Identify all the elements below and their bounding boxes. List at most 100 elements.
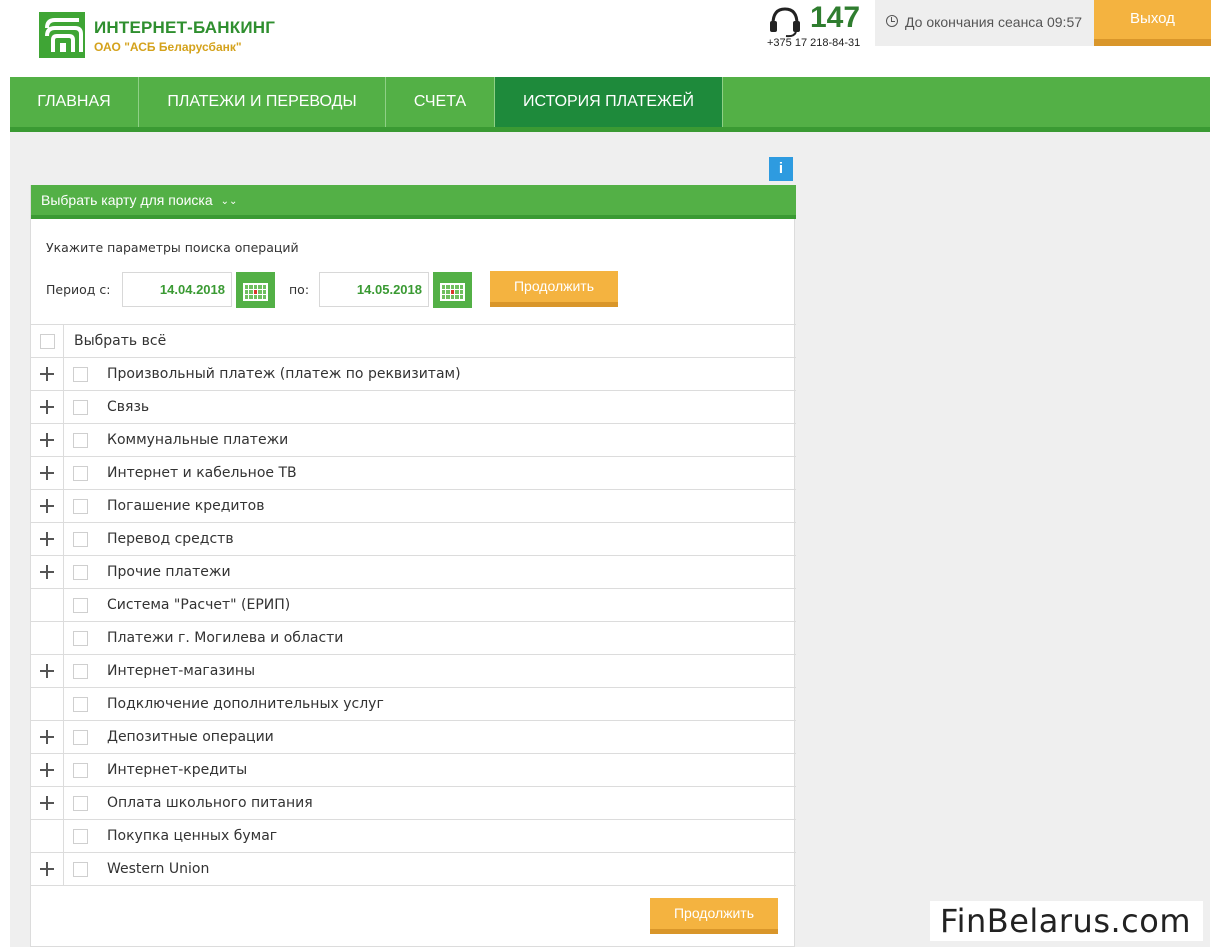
category-checkbox[interactable] xyxy=(73,796,88,811)
expand-cell xyxy=(31,655,64,687)
plus-icon[interactable] xyxy=(40,565,54,579)
support-phone-full: +375 17 218-84-31 xyxy=(767,37,861,49)
expand-cell xyxy=(31,556,64,588)
date-to-input[interactable]: 14.05.2018 xyxy=(319,272,429,307)
continue-button-top[interactable]: Продолжить xyxy=(490,271,618,307)
table-row: Интернет и кабельное ТВ xyxy=(31,457,796,490)
nav-item-main[interactable]: ГЛАВНАЯ xyxy=(10,77,139,127)
category-checkbox[interactable] xyxy=(73,598,88,613)
plus-icon[interactable] xyxy=(40,796,54,810)
logout-button[interactable]: Выход xyxy=(1094,0,1211,46)
category-checkbox[interactable] xyxy=(73,763,88,778)
expand-cell xyxy=(31,457,64,489)
table-row: Оплата школьного питания xyxy=(31,787,796,820)
calendar-to-icon[interactable] xyxy=(433,272,472,308)
expand-cell xyxy=(31,688,64,720)
search-hint: Укажите параметры поиска операций xyxy=(46,240,299,255)
table-row: Подключение дополнительных услуг xyxy=(31,688,796,721)
session-timer-text: До окончания сеанса 09:57 xyxy=(905,14,1083,30)
main-nav: ГЛАВНАЯ ПЛАТЕЖИ И ПЕРЕВОДЫ СЧЕТА ИСТОРИЯ… xyxy=(10,77,1210,139)
table-row: Система "Расчет" (ЕРИП) xyxy=(31,589,796,622)
plus-icon[interactable] xyxy=(40,730,54,744)
support-phone-short: 147 xyxy=(810,1,861,34)
nav-item-accounts[interactable]: СЧЕТА xyxy=(386,77,495,127)
category-checkbox[interactable] xyxy=(73,433,88,448)
plus-icon[interactable] xyxy=(40,532,54,546)
plus-icon[interactable] xyxy=(40,433,54,447)
category-checkbox[interactable] xyxy=(73,532,88,547)
table-row: Перевод средств xyxy=(31,523,796,556)
expand-cell xyxy=(31,490,64,522)
top-header: ИНТЕРНЕТ-БАНКИНГ ОАО "АСБ Беларусбанк" 1… xyxy=(0,0,1211,76)
table-row: Интернет-магазины xyxy=(31,655,796,688)
clock-icon xyxy=(886,15,898,27)
expand-cell xyxy=(31,622,64,654)
continue-button-bottom[interactable]: Продолжить xyxy=(650,898,778,934)
period-from-label: Период с: xyxy=(46,282,111,297)
category-label: Подключение дополнительных услуг xyxy=(107,696,384,712)
category-label: Депозитные операции xyxy=(107,729,274,745)
category-label: Связь xyxy=(107,399,150,415)
brand-subtitle: ОАО "АСБ Беларусбанк" xyxy=(94,40,242,54)
category-label: Western Union xyxy=(107,861,210,877)
category-checkbox[interactable] xyxy=(73,862,88,877)
plus-icon[interactable] xyxy=(40,400,54,414)
expand-cell xyxy=(31,424,64,456)
expand-cell xyxy=(31,820,64,852)
period-to-label: по: xyxy=(289,282,310,297)
category-label: Коммунальные платежи xyxy=(107,432,289,448)
table-row: Платежи г. Могилева и области xyxy=(31,622,796,655)
select-all-label: Выбрать всё xyxy=(74,333,167,349)
expand-cell xyxy=(31,358,64,390)
category-checkbox[interactable] xyxy=(73,367,88,382)
plus-icon[interactable] xyxy=(40,466,54,480)
category-label: Покупка ценных бумаг xyxy=(107,828,278,844)
table-row: Произвольный платеж (платеж по реквизита… xyxy=(31,358,796,391)
select-card-toggle[interactable]: Выбрать карту для поиска ⌄⌄ xyxy=(31,185,796,219)
category-label: Прочие платежи xyxy=(107,564,231,580)
expand-cell xyxy=(31,523,64,555)
expand-cell xyxy=(31,754,64,786)
nav-item-payments[interactable]: ПЛАТЕЖИ И ПЕРЕВОДЫ xyxy=(139,77,386,127)
table-row: Коммунальные платежи xyxy=(31,424,796,457)
category-checkbox[interactable] xyxy=(73,499,88,514)
category-label: Интернет и кабельное ТВ xyxy=(107,465,297,481)
category-checkbox[interactable] xyxy=(73,829,88,844)
select-all-row: Выбрать всё xyxy=(31,325,796,358)
plus-icon[interactable] xyxy=(40,763,54,777)
category-checkbox[interactable] xyxy=(73,664,88,679)
session-timer: До окончания сеанса 09:57 xyxy=(875,0,1094,46)
bank-logo-icon[interactable] xyxy=(39,12,85,58)
expand-cell xyxy=(31,721,64,753)
headset-icon xyxy=(770,7,800,38)
category-checkbox[interactable] xyxy=(73,565,88,580)
search-panel: Выбрать карту для поиска ⌄⌄ Укажите парам… xyxy=(30,185,796,947)
category-checkbox[interactable] xyxy=(73,631,88,646)
category-table: Выбрать всё Произвольный платеж (платеж … xyxy=(31,324,796,886)
expand-cell xyxy=(31,853,64,885)
category-checkbox[interactable] xyxy=(73,730,88,745)
category-label: Погашение кредитов xyxy=(107,498,265,514)
category-label: Система "Расчет" (ЕРИП) xyxy=(107,597,291,613)
table-row: Прочие платежи xyxy=(31,556,796,589)
watermark: FinBelarus.com xyxy=(930,901,1203,941)
plus-icon[interactable] xyxy=(40,367,54,381)
nav-item-payment-history[interactable]: ИСТОРИЯ ПЛАТЕЖЕЙ xyxy=(495,77,723,139)
category-label: Оплата школьного питания xyxy=(107,795,313,811)
info-icon[interactable]: i xyxy=(769,157,793,181)
select-all-cell xyxy=(31,325,64,357)
expand-cell xyxy=(31,589,64,621)
calendar-from-icon[interactable] xyxy=(236,272,275,308)
category-label: Платежи г. Могилева и области xyxy=(107,630,344,646)
category-label: Произвольный платеж (платеж по реквизита… xyxy=(107,366,461,382)
category-label: Интернет-кредиты xyxy=(107,762,248,778)
date-from-input[interactable]: 14.04.2018 xyxy=(122,272,232,307)
category-checkbox[interactable] xyxy=(73,400,88,415)
plus-icon[interactable] xyxy=(40,664,54,678)
category-checkbox[interactable] xyxy=(73,697,88,712)
plus-icon[interactable] xyxy=(40,862,54,876)
category-checkbox[interactable] xyxy=(73,466,88,481)
table-row: Погашение кредитов xyxy=(31,490,796,523)
plus-icon[interactable] xyxy=(40,499,54,513)
brand-title: ИНТЕРНЕТ-БАНКИНГ xyxy=(94,18,276,37)
